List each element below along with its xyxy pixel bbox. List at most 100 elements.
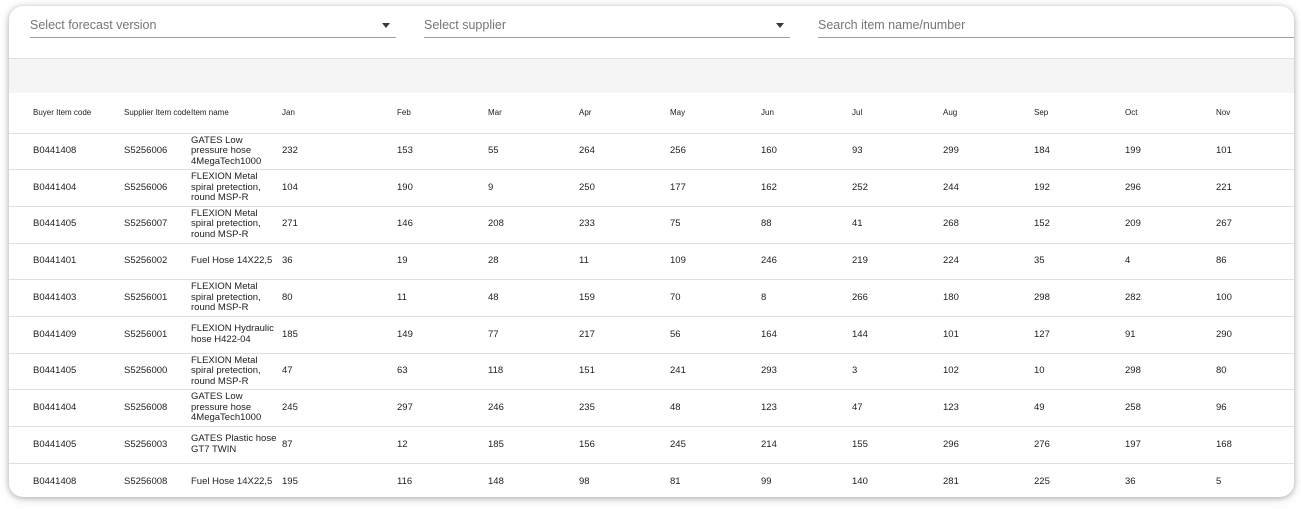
table-row[interactable]: B0441409 S5256001 FLEXION Hydraulic hose H… bbox=[9, 316, 1294, 354]
cell-jun: 99 bbox=[761, 475, 772, 487]
cell-feb: 190 bbox=[373, 169, 464, 207]
cell-jul: 144 bbox=[828, 316, 919, 354]
cell-feb: 297 bbox=[373, 389, 464, 427]
cell-jan: 87 bbox=[282, 426, 373, 464]
forecast-table: Buyer Item code Supplier Item code Item na… bbox=[9, 93, 1294, 497]
toolbar-band bbox=[9, 59, 1294, 93]
caret-down-icon[interactable] bbox=[776, 23, 784, 28]
cell-item-name: GATES Low pressure hose 4MegaTech1000 bbox=[191, 389, 282, 427]
cell-mar: 148 bbox=[488, 475, 504, 487]
header-feb[interactable]: Feb bbox=[373, 93, 464, 134]
cell-jul: 155 bbox=[828, 426, 919, 464]
header-mar[interactable]: Mar bbox=[464, 93, 555, 134]
cell-supplier-item-code: S5256007 bbox=[100, 206, 191, 244]
table-row[interactable]: B0441403 S5256001 FLEXION Metal spiral pre… bbox=[9, 279, 1294, 317]
cell-buyer-item-code: B0441409 bbox=[9, 316, 100, 354]
cell-jun: 88 bbox=[737, 206, 828, 244]
table-row[interactable]: B0441405 S5256003 GATES Plastic hose GT7 T… bbox=[9, 426, 1294, 464]
header-item-name[interactable]: Item name bbox=[191, 93, 282, 134]
table-row[interactable]: B0441405 S5256007 FLEXION Metal spiral pre… bbox=[9, 206, 1294, 244]
cell-jul: 47 bbox=[828, 389, 919, 427]
cell-item-name: GATES Low pressure hose 4MegaTech1000 bbox=[191, 133, 282, 171]
cell-oct: 298 bbox=[1101, 353, 1192, 391]
cell-may: 241 bbox=[646, 353, 737, 391]
cell-buyer-item-code: B0441405 bbox=[9, 426, 100, 464]
cell-feb: 63 bbox=[373, 353, 464, 391]
cell-item-name: FLEXION Hydraulic hose H422-04 bbox=[191, 316, 282, 354]
cell-apr: 159 bbox=[555, 279, 646, 317]
caret-down-icon[interactable] bbox=[382, 23, 390, 28]
cell-buyer-item-code: B0441403 bbox=[9, 279, 100, 317]
cell-oct: 282 bbox=[1101, 279, 1192, 317]
table-row[interactable]: B0441408 S5256008 Fuel Hose 14X22,5 195 116 1… bbox=[9, 463, 1294, 497]
header-may[interactable]: May bbox=[646, 93, 737, 134]
cell-item-name: FLEXION Metal spiral pretection, round M… bbox=[191, 353, 282, 391]
cell-may: 245 bbox=[646, 426, 737, 464]
cell-mar: 9 bbox=[464, 169, 555, 207]
header-jun[interactable]: Jun bbox=[737, 93, 828, 134]
header-supplier-item-code[interactable]: Supplier Item code bbox=[100, 93, 191, 134]
header-buyer-item-code[interactable]: Buyer Item code bbox=[9, 93, 100, 134]
cell-jan: 36 bbox=[282, 243, 373, 281]
cell-aug: 244 bbox=[919, 169, 1010, 207]
cell-mar: 48 bbox=[464, 279, 555, 317]
table-row[interactable]: B0441401 S5256002 Fuel Hose 14X22,5 36 19 28 1… bbox=[9, 243, 1294, 281]
cell-jul: 140 bbox=[852, 475, 868, 487]
cell-feb: 12 bbox=[373, 426, 464, 464]
cell-mar: 185 bbox=[464, 426, 555, 464]
supplier-placeholder: Select supplier bbox=[424, 17, 506, 32]
header-jul[interactable]: Jul bbox=[828, 93, 919, 134]
cell-buyer-item-code: B0441401 bbox=[9, 243, 100, 281]
forecast-version-select[interactable]: Select forecast version bbox=[30, 12, 396, 38]
table-row[interactable]: B0441405 S5256000 FLEXION Metal spiral pre… bbox=[9, 353, 1294, 391]
supplier-select[interactable]: Select supplier bbox=[424, 12, 790, 38]
cell-feb: 11 bbox=[373, 279, 464, 317]
forecast-version-placeholder: Select forecast version bbox=[30, 17, 157, 32]
item-search-input[interactable]: Search item name/number bbox=[818, 12, 1294, 38]
cell-supplier-item-code: S5256002 bbox=[100, 243, 191, 281]
cell-jun: 164 bbox=[737, 316, 828, 354]
cell-nov: 221 bbox=[1192, 169, 1294, 207]
cell-sep: 49 bbox=[1010, 389, 1101, 427]
cell-feb: 19 bbox=[373, 243, 464, 281]
header-oct[interactable]: Oct bbox=[1101, 93, 1192, 134]
cell-jun: 8 bbox=[737, 279, 828, 317]
cell-nov: 101 bbox=[1192, 133, 1294, 171]
table-row[interactable]: B0441408 S5256006 GATES Low pressure hose … bbox=[9, 133, 1294, 171]
cell-may: 81 bbox=[670, 475, 681, 487]
cell-supplier-item-code: S5256008 bbox=[124, 475, 168, 487]
cell-item-name: FLEXION Metal spiral pretection, round M… bbox=[191, 279, 282, 317]
cell-feb: 149 bbox=[373, 316, 464, 354]
cell-jul: 41 bbox=[828, 206, 919, 244]
cell-jul: 3 bbox=[828, 353, 919, 391]
cell-sep: 10 bbox=[1010, 353, 1101, 391]
cell-item-name: FLEXION Metal spiral pretection, round M… bbox=[191, 206, 282, 244]
cell-may: 75 bbox=[646, 206, 737, 244]
cell-apr: 156 bbox=[555, 426, 646, 464]
cell-mar: 118 bbox=[464, 353, 555, 391]
header-apr[interactable]: Apr bbox=[555, 93, 646, 134]
cell-sep: 35 bbox=[1010, 243, 1101, 281]
cell-aug: 224 bbox=[919, 243, 1010, 281]
cell-mar: 208 bbox=[464, 206, 555, 244]
table-body: B0441408 S5256006 GATES Low pressure hose … bbox=[9, 133, 1294, 497]
cell-jan: 195 bbox=[282, 475, 298, 487]
cell-buyer-item-code: B0441408 bbox=[33, 475, 77, 487]
table-header-row: Buyer Item code Supplier Item code Item na… bbox=[9, 93, 1294, 134]
header-nov[interactable]: Nov bbox=[1192, 93, 1294, 134]
header-aug[interactable]: Aug bbox=[919, 93, 1010, 134]
cell-jun: 246 bbox=[737, 243, 828, 281]
table-row[interactable]: B0441404 S5256006 FLEXION Metal spiral pre… bbox=[9, 169, 1294, 207]
cell-apr: 98 bbox=[579, 475, 590, 487]
forecast-card: Select forecast version Select supplier … bbox=[9, 6, 1294, 497]
cell-jan: 245 bbox=[282, 389, 373, 427]
table-row[interactable]: B0441404 S5256008 GATES Low pressure hose … bbox=[9, 389, 1294, 427]
header-sep[interactable]: Sep bbox=[1010, 93, 1101, 134]
cell-buyer-item-code: B0441408 bbox=[9, 133, 100, 171]
cell-item-name: FLEXION Metal spiral pretection, round M… bbox=[191, 169, 282, 207]
cell-feb: 153 bbox=[373, 133, 464, 171]
header-jan[interactable]: Jan bbox=[282, 93, 373, 134]
cell-supplier-item-code: S5256000 bbox=[100, 353, 191, 391]
cell-apr: 264 bbox=[555, 133, 646, 171]
cell-apr: 11 bbox=[555, 243, 646, 281]
